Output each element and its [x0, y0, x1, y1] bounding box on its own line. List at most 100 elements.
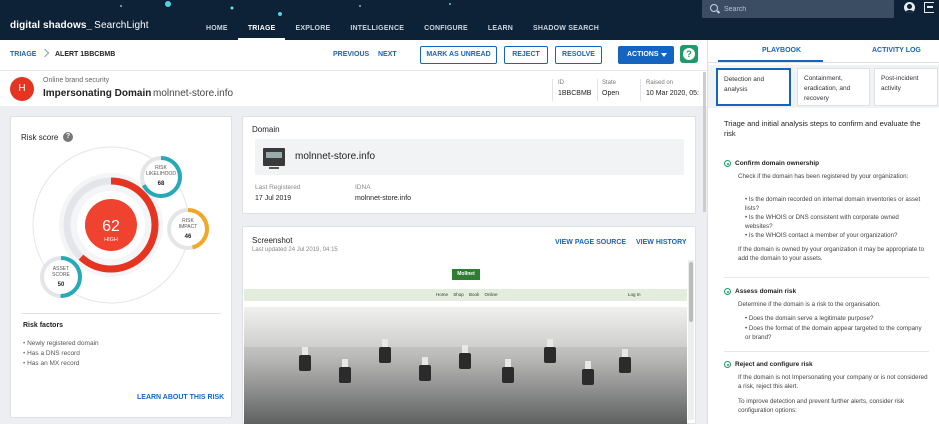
risk-factor: Has a DNS record — [23, 349, 99, 359]
nav-explore[interactable]: EXPLORE — [285, 0, 340, 40]
alert-toolbar: TRIAGE ALERT 1BBCBMB PREVIOUS NEXT MARK … — [0, 40, 707, 71]
caret-down-icon — [661, 53, 667, 57]
step-bullet: • Is the WHOIS contact a member of your … — [745, 232, 898, 239]
step-after: If the domain is owned by your organizat… — [738, 246, 925, 262]
state-label: State — [602, 80, 617, 86]
breadcrumb-triage[interactable]: TRIAGE — [10, 51, 36, 58]
actions-button[interactable]: ACTIONS — [618, 46, 674, 64]
bullet-text: Does the domain serve a legitimate purpo… — [748, 315, 874, 322]
search-box — [702, 0, 894, 18]
risk-score-gauge: 62 HIGH RISK LIKELIHOOD 68 RISK IMPACT 4… — [32, 146, 209, 304]
playbook-panel: PLAYBOOK ACTIVITY LOG Detection and anal… — [707, 40, 939, 424]
app-logo[interactable]: digital shadows_ SearchLight — [10, 20, 149, 31]
search-input[interactable] — [724, 3, 884, 15]
step-title: Reject and configure risk — [735, 361, 813, 368]
step-radio-icon[interactable] — [724, 361, 731, 368]
lamp — [299, 347, 311, 371]
risk-factors-list: Newly registered domain Has a DNS record… — [23, 339, 99, 369]
raised-label: Raised on — [646, 80, 674, 86]
search-icon — [710, 4, 718, 12]
nav-learn[interactable]: LEARN — [478, 0, 523, 40]
stage-detection[interactable]: Detection and analysis — [716, 68, 791, 106]
learn-about-risk-link[interactable]: LEARN ABOUT THIS RISK — [137, 394, 224, 401]
id-value: 1BBCBMB — [558, 90, 592, 97]
divider — [597, 79, 598, 101]
lamp — [459, 345, 471, 369]
divider — [724, 277, 929, 278]
stage-post-incident[interactable]: Post-incident activity — [874, 68, 938, 106]
active-tab-indicator — [718, 60, 823, 62]
view-history-link[interactable]: VIEW HISTORY — [636, 239, 687, 246]
nav-intelligence[interactable]: INTELLIGENCE — [340, 0, 414, 40]
view-page-source-link[interactable]: VIEW PAGE SOURCE — [555, 239, 626, 246]
step-bullet: • Does the format of the domain appear t… — [745, 325, 922, 341]
resolve-button[interactable]: RESOLVE — [555, 46, 602, 64]
bullet-text: Is the WHOIS or DNS consistent with corp… — [745, 214, 899, 230]
likelihood-value: 68 — [158, 181, 165, 187]
registered-value: 17 Jul 2019 — [255, 195, 292, 202]
question-icon: ? — [683, 48, 695, 60]
asset-label-2: SCORE — [52, 272, 70, 278]
help-button[interactable]: ? — [680, 45, 698, 63]
step-bullet: • Is the WHOIS or DNS consistent with co… — [745, 214, 899, 230]
previous-button[interactable]: PREVIOUS — [333, 51, 369, 58]
main-nav: HOME TRIAGE EXPLORE INTELLIGENCE CONFIGU… — [196, 0, 609, 40]
step-after: To improve detection and prevent further… — [738, 398, 905, 414]
raised-value: 10 Mar 2020, 05: — [646, 90, 699, 97]
impact-value: 46 — [185, 234, 192, 240]
divider — [724, 351, 929, 352]
alert-avatar: H — [10, 77, 34, 101]
divider — [21, 313, 221, 314]
breadcrumb-current: ALERT 1BBCBMB — [55, 51, 116, 58]
risk-factor: Newly registered domain — [23, 339, 99, 349]
ceiling — [244, 307, 687, 347]
chevron-right-icon — [40, 48, 50, 58]
id-label: ID — [558, 80, 564, 86]
screenshot-title: Screenshot — [252, 236, 293, 245]
lamp — [502, 359, 514, 383]
nav-home[interactable]: HOME — [196, 0, 238, 40]
idna: IDNA molnnet-store.info — [355, 184, 411, 202]
risk-score-level: HIGH — [104, 237, 118, 243]
tab-playbook[interactable]: PLAYBOOK — [762, 47, 801, 54]
user-icon[interactable] — [904, 2, 915, 13]
main-scrollbar[interactable] — [703, 72, 706, 212]
bullet-text: Is the domain recorded on internal domai… — [745, 196, 921, 212]
reject-button[interactable]: REJECT — [504, 46, 548, 64]
alert-state: State Open — [602, 80, 619, 97]
product-name: SearchLight — [94, 20, 149, 31]
alert-domain: molnnet-store.info — [153, 88, 234, 99]
step-bullet: • Is the domain recorded on internal dom… — [745, 196, 921, 212]
alert-raised: Raised on 10 Mar 2020, 05: — [646, 80, 699, 97]
nav-triage[interactable]: TRIAGE — [237, 0, 286, 40]
next-button[interactable]: NEXT — [378, 51, 397, 58]
lamp — [544, 339, 556, 363]
logout-icon[interactable] — [924, 2, 934, 13]
lamp — [582, 361, 594, 385]
step-bullet: • Does the domain serve a legitimate pur… — [745, 315, 874, 322]
divider — [552, 79, 553, 101]
tab-divider — [708, 62, 939, 63]
scroll-thumb[interactable] — [689, 262, 693, 322]
tab-activity-log[interactable]: ACTIVITY LOG — [872, 47, 921, 54]
lamp — [379, 339, 391, 363]
screenshot-updated: Last updated 24 Jul 2019, 04:15 — [252, 247, 338, 253]
website-screenshot: Mollnet Home Shop Book Online Log In — [244, 260, 687, 424]
step-radio-icon[interactable] — [724, 160, 731, 167]
alert-category: Online brand security — [43, 77, 110, 84]
screenshot-scrollbar[interactable] — [688, 260, 694, 420]
state-value: Open — [602, 90, 620, 97]
registered-label: Last Registered — [255, 184, 301, 191]
site-links: Home Shop Book Online — [436, 292, 498, 297]
mark-unread-button[interactable]: MARK AS UNREAD — [420, 46, 497, 64]
step-radio-icon[interactable] — [724, 288, 731, 295]
risk-factors-title: Risk factors — [23, 322, 64, 329]
asset-value: 50 — [58, 282, 65, 288]
screenshot-card: Screenshot Last updated 24 Jul 2019, 04:… — [242, 226, 696, 424]
nav-configure[interactable]: CONFIGURE — [414, 0, 478, 40]
step-title: Assess domain risk — [735, 288, 797, 295]
lamp — [619, 349, 631, 373]
stage-containment[interactable]: Containment, eradication, and recovery — [797, 68, 870, 106]
nav-shadow-search[interactable]: SHADOW SEARCH — [523, 0, 609, 40]
alert-header: H Online brand security Impersonating Do… — [0, 71, 707, 106]
